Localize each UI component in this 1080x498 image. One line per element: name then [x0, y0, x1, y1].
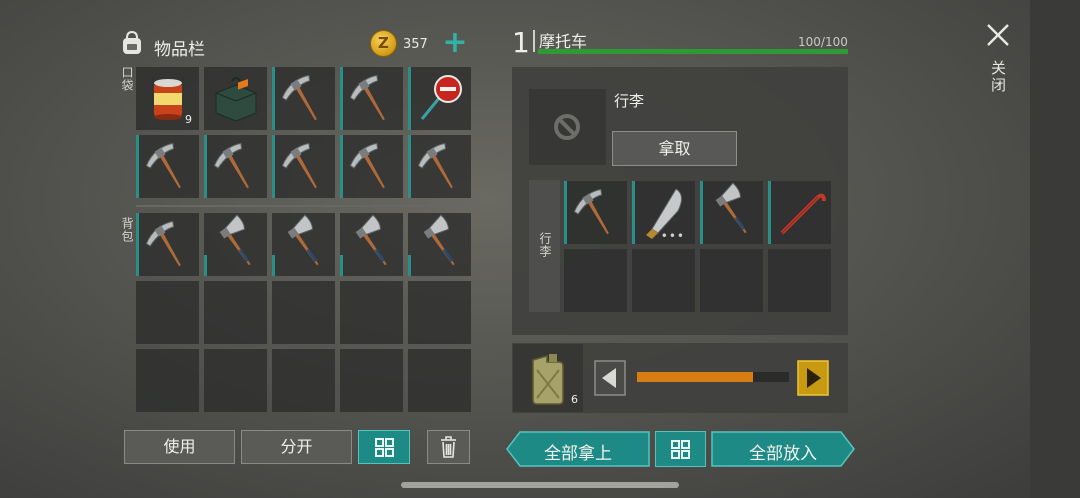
pocket-slot[interactable]: [204, 135, 267, 198]
fuel-fill: [637, 372, 753, 382]
pocket-slot[interactable]: [340, 67, 403, 130]
vehicle-hp-text: 100/100: [798, 35, 848, 49]
backpack-slot[interactable]: [204, 281, 267, 344]
grid-icon: [671, 440, 690, 459]
backpack-slot[interactable]: [340, 349, 403, 412]
luggage-slot[interactable]: [700, 181, 763, 244]
backpack-slot[interactable]: [272, 281, 335, 344]
pocket-slot[interactable]: [204, 67, 267, 130]
right-sidebar: [1030, 0, 1080, 498]
pocket-slot[interactable]: [136, 135, 199, 198]
pickaxe-icon: [213, 142, 249, 189]
hp-fill: [538, 49, 848, 54]
luggage-side-label: 行李: [538, 232, 552, 258]
luggage-slot[interactable]: [564, 249, 627, 312]
pickaxe-icon: [349, 142, 385, 189]
close-label[interactable]: 关闭: [988, 60, 1009, 94]
pickaxe-icon: [145, 142, 181, 189]
backpack-slot[interactable]: [408, 213, 471, 276]
sort-button[interactable]: [358, 430, 410, 464]
vehicle-hp-bar: [538, 49, 848, 54]
pickaxe-icon: [145, 220, 181, 267]
pocket-label: 口袋: [120, 66, 134, 92]
backpack-icon: [123, 30, 141, 54]
pickaxe-icon: [349, 74, 385, 121]
take-all-label: 全部拿上: [544, 444, 612, 464]
close-icon[interactable]: [985, 22, 1011, 48]
luggage-icon-box: [529, 89, 606, 165]
discard-button[interactable]: [427, 430, 470, 464]
backpack-slot[interactable]: [272, 349, 335, 412]
item-quantity: 9: [185, 113, 192, 126]
use-button[interactable]: 使用: [124, 430, 235, 464]
sort-vehicle-button[interactable]: [655, 431, 706, 467]
split-button[interactable]: 分开: [241, 430, 352, 464]
inventory-title: 物品栏: [154, 40, 205, 60]
coin-count: 357: [403, 37, 428, 52]
fuel-increase-button[interactable]: [797, 360, 829, 396]
pickaxe-icon: [417, 142, 453, 189]
header-separator: [533, 30, 535, 52]
supply-bag-icon: [215, 77, 257, 122]
luggage-slot[interactable]: [768, 181, 831, 244]
take-button[interactable]: 拿取: [612, 131, 737, 166]
fuel-qty: 6: [571, 393, 578, 406]
prohibited-icon: [554, 114, 580, 140]
put-all-button[interactable]: 全部放入: [711, 431, 855, 467]
backpack-slot[interactable]: [136, 349, 199, 412]
take-all-button[interactable]: 全部拿上: [506, 431, 650, 467]
stop-sign-icon: [420, 75, 462, 120]
pickaxe-icon: [573, 188, 609, 235]
luggage-title: 行李: [614, 92, 645, 110]
coin-icon: Z: [370, 30, 397, 57]
luggage-slot[interactable]: [564, 181, 627, 244]
crowbar-icon: [780, 193, 826, 235]
pocket-slot[interactable]: [272, 135, 335, 198]
backpack-slot[interactable]: [340, 213, 403, 276]
luggage-side-tab: 行李: [529, 180, 560, 312]
backpack-slot[interactable]: [340, 281, 403, 344]
backpack-slot[interactable]: [204, 349, 267, 412]
pocket-slot[interactable]: [340, 135, 403, 198]
backpack-slot[interactable]: [204, 213, 267, 276]
pocket-slot[interactable]: [272, 67, 335, 130]
fuel-decrease-button[interactable]: [594, 360, 626, 396]
pickaxe-icon: [281, 74, 317, 121]
backpack-slot[interactable]: [408, 349, 471, 412]
hatchet-icon: [715, 182, 747, 234]
backpack-slot[interactable]: [272, 213, 335, 276]
backpack-slot[interactable]: [136, 213, 199, 276]
grid-divider: [136, 205, 470, 207]
hatchet-icon: [355, 214, 387, 266]
buy-coins-button[interactable]: +: [440, 28, 470, 59]
luggage-slot[interactable]: [700, 249, 763, 312]
hatchet-icon: [219, 214, 251, 266]
luggage-slot[interactable]: [768, 249, 831, 312]
put-all-label: 全部放入: [749, 444, 817, 464]
pocket-slot[interactable]: [408, 67, 471, 130]
backpack-slot[interactable]: [136, 281, 199, 344]
pickaxe-icon: [281, 142, 317, 189]
backpack-label: 背包: [120, 217, 134, 243]
fuel-slider[interactable]: [637, 372, 789, 382]
vehicle-number: 1: [512, 26, 530, 59]
hatchet-icon: [423, 214, 455, 266]
more-dots: •••: [660, 229, 685, 243]
home-indicator[interactable]: [401, 482, 679, 488]
backpack-slot[interactable]: [408, 281, 471, 344]
grid-icon: [375, 438, 394, 457]
trash-icon: [441, 436, 456, 458]
luggage-slot[interactable]: [632, 249, 695, 312]
pocket-slot[interactable]: 9: [136, 67, 199, 130]
luggage-slot[interactable]: •••: [632, 181, 695, 244]
pocket-slot[interactable]: [408, 135, 471, 198]
hatchet-icon: [287, 214, 319, 266]
